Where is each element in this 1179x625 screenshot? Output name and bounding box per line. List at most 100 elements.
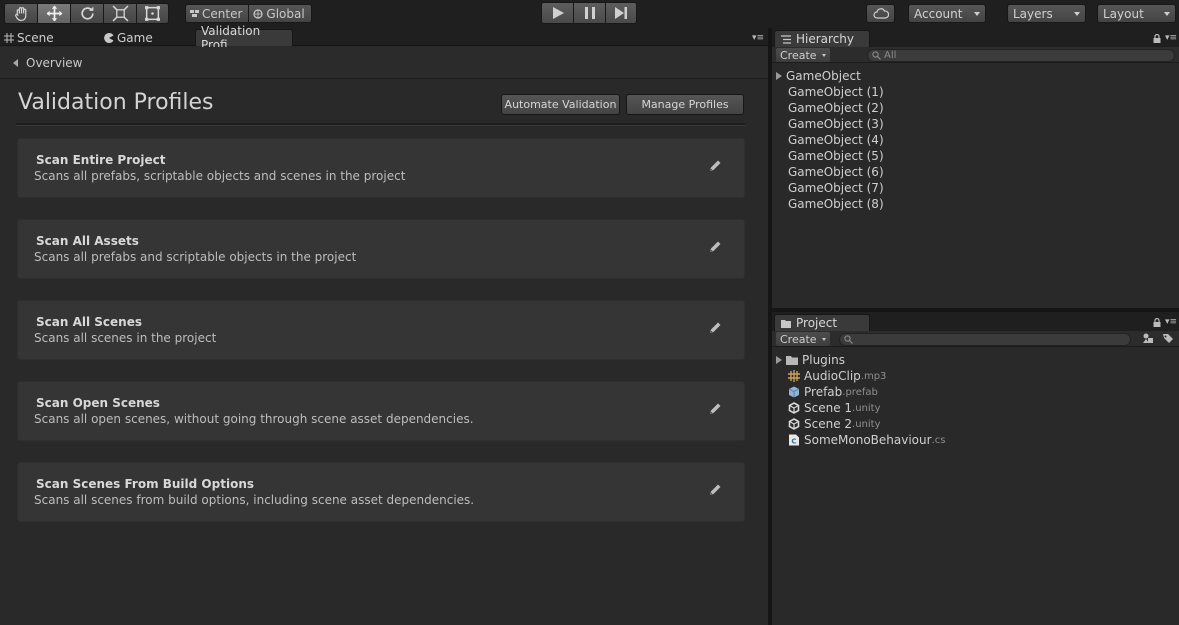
play-icon	[552, 7, 564, 19]
layout-dropdown[interactable]: Layout	[1097, 4, 1176, 23]
lock-icon[interactable]	[1153, 317, 1161, 327]
profile-description: Scans all scenes from build options, inc…	[34, 493, 475, 507]
rect-tool-button[interactable]	[136, 3, 169, 24]
tab-project-label: Project	[796, 316, 838, 330]
lock-icon[interactable]	[1153, 33, 1161, 43]
pivot-toggles: Center Global	[185, 4, 312, 23]
profile-card[interactable]: Scan Scenes From Build Options Scans all…	[17, 462, 745, 522]
tab-validation-profiles[interactable]: Validation Profi	[195, 24, 293, 52]
project-item[interactable]: Scene 1 .unity	[772, 400, 1179, 416]
hierarchy-item-label: GameObject (8)	[788, 197, 884, 211]
tab-hierarchy-label: Hierarchy	[796, 32, 855, 46]
expand-arrow-icon[interactable]	[776, 356, 782, 364]
profile-name: Scan All Scenes	[36, 315, 142, 329]
filter-by-type-icon[interactable]	[1142, 333, 1154, 344]
hierarchy-item-label: GameObject (4)	[788, 133, 884, 147]
account-dropdown[interactable]: Account	[908, 4, 986, 23]
tab-hierarchy[interactable]: Hierarchy	[774, 30, 870, 47]
project-create-button[interactable]: Create	[776, 332, 830, 346]
main-tabbar: Scene Game Validation Profi ▾≡	[0, 24, 768, 52]
tab-game[interactable]: Game	[104, 29, 153, 46]
project-item[interactable]: Prefab .prefab	[772, 384, 1179, 400]
tab-menu-icon[interactable]: ▾≡	[752, 33, 764, 43]
pivot-global-button[interactable]: Global	[248, 4, 312, 23]
project-panel: Project ▾≡ Create Plugins AudioClip .mp3	[772, 312, 1179, 625]
rotate-tool-button[interactable]	[70, 3, 103, 24]
hierarchy-item-label: GameObject (7)	[788, 181, 884, 195]
hierarchy-item-label: GameObject (6)	[788, 165, 884, 179]
pencil-icon[interactable]	[708, 483, 722, 497]
project-item-label: SomeMonoBehaviour	[804, 433, 932, 447]
hierarchy-item-label: GameObject	[786, 69, 861, 83]
layout-label: Layout	[1103, 6, 1144, 21]
overview-label: Overview	[26, 55, 83, 70]
project-item-label: Prefab	[804, 385, 843, 399]
pencil-icon[interactable]	[708, 402, 722, 416]
pause-button[interactable]	[573, 2, 605, 24]
pencil-icon[interactable]	[708, 321, 722, 335]
layers-dropdown[interactable]: Layers	[1007, 4, 1086, 23]
list-icon	[781, 34, 791, 44]
cloud-services-button[interactable]	[866, 4, 895, 23]
overview-breadcrumb[interactable]: Overview	[0, 47, 768, 79]
grid-icon	[4, 32, 14, 43]
hierarchy-item[interactable]: GameObject (3)	[772, 116, 1179, 132]
layers-label: Layers	[1013, 6, 1053, 21]
move-tool-button[interactable]	[37, 3, 70, 24]
hierarchy-item[interactable]: GameObject (2)	[772, 100, 1179, 116]
hierarchy-item[interactable]: GameObject (4)	[772, 132, 1179, 148]
pencil-icon[interactable]	[708, 240, 722, 254]
hierarchy-item[interactable]: GameObject	[772, 68, 1179, 84]
hierarchy-item[interactable]: GameObject (1)	[772, 84, 1179, 100]
profile-card[interactable]: Scan Entire Project Scans all prefabs, s…	[17, 138, 745, 198]
title-divider	[16, 123, 745, 126]
pivot-center-button[interactable]: Center	[185, 4, 249, 23]
project-search-input[interactable]	[839, 333, 1131, 346]
tab-project[interactable]: Project	[774, 314, 870, 331]
profile-card[interactable]: Scan All Assets Scans all prefabs and sc…	[17, 219, 745, 279]
search-icon	[844, 335, 853, 344]
hand-tool-button[interactable]	[4, 3, 37, 24]
profile-name: Scan All Assets	[36, 234, 139, 248]
tab-scene[interactable]: Scene	[4, 29, 54, 46]
project-item-label: Scene 1	[804, 401, 853, 415]
automate-validation-button[interactable]: Automate Validation	[501, 94, 620, 115]
hierarchy-item[interactable]: GameObject (6)	[772, 164, 1179, 180]
file-extension: .unity	[852, 418, 881, 430]
hierarchy-toolbar: Create All	[772, 47, 1179, 63]
chevron-down-icon	[1164, 12, 1170, 16]
step-button[interactable]	[605, 2, 637, 24]
tag-icon[interactable]	[1162, 333, 1174, 344]
project-item[interactable]: C SomeMonoBehaviour .cs	[772, 432, 1179, 448]
manage-profiles-button[interactable]: Manage Profiles	[626, 94, 744, 115]
page-title: Validation Profiles	[18, 90, 214, 115]
folder-icon	[786, 356, 798, 365]
project-item[interactable]: Plugins	[772, 352, 1179, 368]
unity-scene-icon	[788, 402, 800, 414]
project-item[interactable]: Scene 2 .unity	[772, 416, 1179, 432]
playmode-controls	[541, 2, 637, 24]
profile-name: Scan Scenes From Build Options	[36, 477, 254, 491]
project-item[interactable]: AudioClip .mp3	[772, 368, 1179, 384]
hierarchy-search-input[interactable]: All	[867, 49, 1175, 62]
profile-description: Scans all prefabs, scriptable objects an…	[34, 169, 406, 183]
pivot-center-icon	[190, 10, 199, 17]
project-item-label: Scene 2	[804, 417, 853, 431]
profile-description: Scans all prefabs and scriptable objects…	[34, 250, 357, 264]
hierarchy-item[interactable]: GameObject (5)	[772, 148, 1179, 164]
search-icon	[872, 51, 881, 60]
expand-arrow-icon[interactable]	[776, 72, 782, 80]
scale-tool-button[interactable]	[103, 3, 136, 24]
panel-menu-icon[interactable]: ▾≡	[1165, 317, 1177, 327]
profile-card[interactable]: Scan All Scenes Scans all scenes in the …	[17, 300, 745, 360]
move-arrows-icon	[46, 5, 62, 22]
audio-icon	[788, 370, 800, 382]
profile-card[interactable]: Scan Open Scenes Scans all open scenes, …	[17, 381, 745, 441]
hierarchy-item[interactable]: GameObject (8)	[772, 196, 1179, 212]
play-button[interactable]	[541, 2, 573, 24]
panel-menu-icon[interactable]: ▾≡	[1165, 33, 1177, 43]
hierarchy-create-button[interactable]: Create	[776, 48, 830, 62]
hierarchy-item[interactable]: GameObject (7)	[772, 180, 1179, 196]
svg-text:C: C	[791, 438, 796, 446]
pencil-icon[interactable]	[708, 159, 722, 173]
